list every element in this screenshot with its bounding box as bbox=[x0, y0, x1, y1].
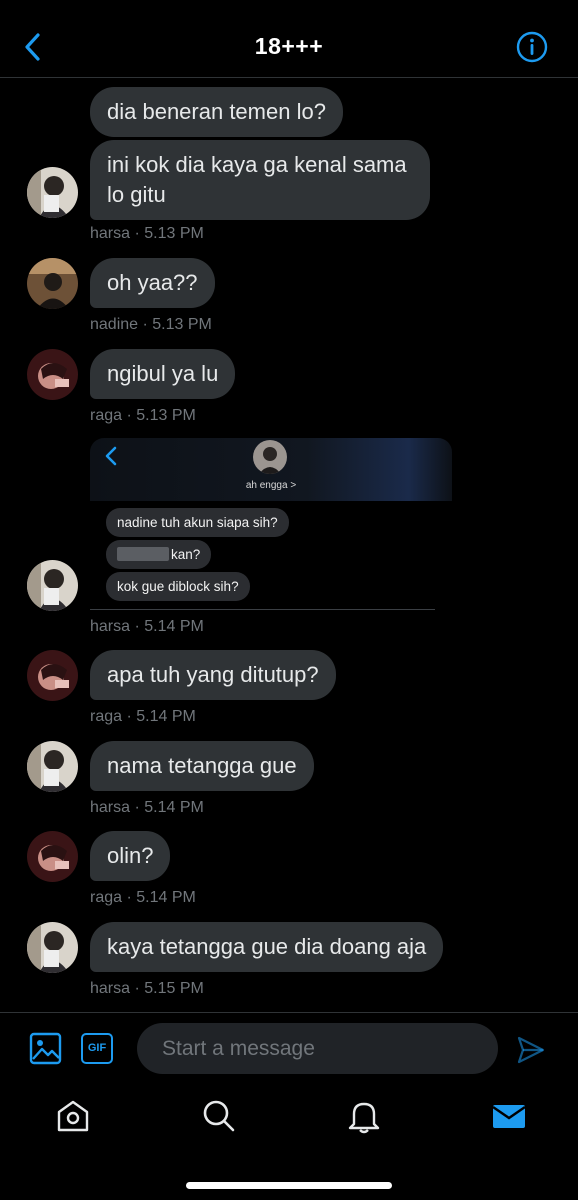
screenshot-contact-name: ah engga > bbox=[245, 480, 297, 491]
avatar-nadine[interactable] bbox=[27, 258, 78, 309]
mail-icon[interactable] bbox=[489, 1096, 529, 1136]
message-timestamp: harsa · 5.14 PM bbox=[90, 799, 204, 816]
message-bubble[interactable]: kaya tetangga gue dia doang aja bbox=[90, 922, 444, 972]
image-icon[interactable] bbox=[29, 1032, 62, 1065]
message-timestamp: nadine · 5.13 PM bbox=[90, 316, 212, 333]
avatar-harsa[interactable] bbox=[27, 167, 78, 218]
info-icon[interactable] bbox=[516, 31, 548, 63]
screenshot-bubble: kan? bbox=[106, 540, 212, 569]
message-timestamp: harsa · 5.15 PM bbox=[90, 980, 204, 997]
screenshot-bubble-text: kan? bbox=[171, 547, 201, 562]
home-indicator bbox=[186, 1182, 392, 1189]
message-timestamp: harsa · 5.13 PM bbox=[90, 225, 204, 242]
message-bubble[interactable]: olin? bbox=[90, 831, 171, 881]
message-bubble[interactable]: nama tetangga gue bbox=[90, 741, 314, 791]
home-icon[interactable] bbox=[53, 1096, 93, 1136]
message-bubble[interactable]: oh yaa?? bbox=[90, 258, 215, 308]
avatar-raga[interactable] bbox=[27, 831, 78, 882]
redacted-name bbox=[117, 547, 169, 561]
avatar-raga[interactable] bbox=[27, 349, 78, 400]
message-timestamp: raga · 5.14 PM bbox=[90, 889, 196, 906]
conversation-title[interactable]: 18+++ bbox=[0, 33, 578, 60]
screenshot-contact-avatar bbox=[253, 440, 287, 474]
screenshot-header: ah engga > bbox=[90, 438, 452, 501]
screenshot-bubble: kok gue diblock sih? bbox=[106, 572, 250, 601]
message-bubble[interactable]: ini kok dia kaya ga kenal sama lo gitu bbox=[90, 140, 430, 220]
avatar-harsa[interactable] bbox=[27, 560, 78, 611]
avatar-harsa[interactable] bbox=[27, 922, 78, 973]
screenshot-bubble: nadine tuh akun siapa sih? bbox=[106, 508, 289, 537]
conversation-header: 18+++ bbox=[0, 0, 578, 78]
message-bubble[interactable]: dia beneran temen lo? bbox=[90, 87, 343, 137]
bottom-tab-bar bbox=[0, 1090, 578, 1146]
message-timestamp: raga · 5.14 PM bbox=[90, 708, 196, 725]
avatar-harsa[interactable] bbox=[27, 741, 78, 792]
bell-icon[interactable] bbox=[344, 1096, 384, 1136]
send-icon[interactable] bbox=[516, 1035, 546, 1065]
avatar-raga[interactable] bbox=[27, 650, 78, 701]
message-bubble[interactable]: ngibul ya lu bbox=[90, 349, 236, 399]
image-attachment[interactable]: ah engga > nadine tuh akun siapa sih? ka… bbox=[90, 438, 452, 610]
chevron-left-icon bbox=[104, 446, 118, 466]
gif-button[interactable]: GIF bbox=[81, 1033, 113, 1064]
message-bubble[interactable]: apa tuh yang ditutup? bbox=[90, 650, 336, 700]
message-composer: GIF Start a message bbox=[0, 1012, 578, 1088]
message-input[interactable]: Start a message bbox=[137, 1023, 498, 1074]
message-timestamp: harsa · 5.14 PM bbox=[90, 618, 204, 635]
message-timestamp: raga · 5.13 PM bbox=[90, 407, 196, 424]
search-icon[interactable] bbox=[199, 1096, 239, 1136]
